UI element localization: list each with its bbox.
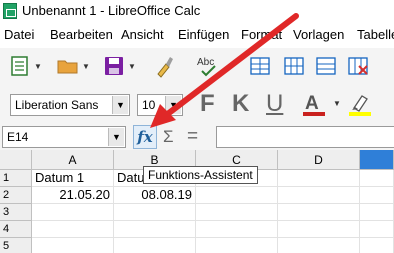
row-header-1[interactable]: 1 — [0, 170, 32, 187]
row-header-2[interactable]: 2 — [0, 187, 32, 204]
insert-column-icon[interactable] — [282, 54, 306, 78]
spellcheck-icon[interactable]: Abc — [196, 54, 220, 78]
cell-d5[interactable] — [278, 238, 360, 253]
font-size-combobox[interactable]: 10 ▼ — [137, 94, 183, 116]
cell-c4[interactable] — [196, 221, 278, 238]
cell-a3[interactable] — [32, 204, 114, 221]
cell-a2[interactable]: 21.05.20 — [32, 187, 114, 204]
clone-formatting-icon[interactable] — [152, 54, 176, 78]
menu-einfuegen[interactable]: Einfügen — [178, 27, 229, 42]
font-size-value: 10 — [142, 98, 156, 112]
chevron-down-icon[interactable]: ▼ — [165, 96, 181, 114]
new-spreadsheet-icon[interactable] — [8, 54, 32, 78]
menu-format[interactable]: Format — [241, 27, 282, 42]
standard-toolbar: ▼ ▼ ▼ Abc — [0, 48, 394, 84]
name-box[interactable]: E14 ▼ — [2, 126, 126, 148]
delete-rows-icon[interactable] — [314, 54, 338, 78]
column-header-d[interactable]: D — [278, 150, 360, 170]
font-color-icon[interactable]: A — [300, 92, 330, 118]
menu-bearbeiten[interactable]: Bearbeiten — [50, 27, 113, 42]
new-dropdown-icon[interactable]: ▼ — [34, 62, 42, 71]
cell-e3[interactable] — [360, 204, 394, 221]
chevron-down-icon[interactable]: ▼ — [112, 96, 128, 114]
svg-text:A: A — [305, 93, 319, 114]
cell-e1[interactable] — [360, 170, 394, 187]
insert-row-icon[interactable] — [248, 54, 272, 78]
delete-columns-icon[interactable] — [346, 54, 370, 78]
bold-button[interactable]: F — [200, 90, 215, 118]
calc-app-icon — [3, 3, 17, 19]
font-color-dropdown-icon[interactable]: ▼ — [333, 99, 341, 108]
chevron-down-icon[interactable]: ▼ — [108, 128, 124, 146]
formula-bar: E14 ▼ fx Σ = — [0, 124, 394, 150]
cell-a1[interactable]: Datum 1 — [32, 170, 114, 187]
cell-c3[interactable] — [196, 204, 278, 221]
row-header-4[interactable]: 4 — [0, 221, 32, 238]
menu-ansicht[interactable]: Ansicht — [121, 27, 164, 42]
cell-c5[interactable] — [196, 238, 278, 253]
cell-b4[interactable] — [114, 221, 196, 238]
select-all-corner[interactable] — [0, 150, 32, 170]
italic-button[interactable]: K — [232, 90, 249, 118]
menu-datei[interactable]: Datei — [4, 27, 34, 42]
title-bar: Unbenannt 1 - LibreOffice Calc — [0, 0, 394, 22]
cell-b5[interactable] — [114, 238, 196, 253]
row-header-3[interactable]: 3 — [0, 204, 32, 221]
open-folder-icon[interactable] — [56, 54, 80, 78]
cell-a4[interactable] — [32, 221, 114, 238]
formatting-toolbar: Liberation Sans ▼ 10 ▼ F K U A ▼ — [0, 84, 394, 124]
name-box-value: E14 — [7, 130, 29, 144]
menu-vorlagen[interactable]: Vorlagen — [293, 27, 344, 42]
open-dropdown-icon[interactable]: ▼ — [82, 62, 90, 71]
column-header-a[interactable]: A — [32, 150, 114, 170]
row-header-5[interactable]: 5 — [0, 238, 32, 253]
cell-e4[interactable] — [360, 221, 394, 238]
menu-tabelle[interactable]: Tabelle — [357, 27, 394, 42]
save-icon[interactable] — [102, 54, 126, 78]
cell-e5[interactable] — [360, 238, 394, 253]
cell-b3[interactable] — [114, 204, 196, 221]
formula-input[interactable] — [216, 126, 394, 148]
font-name-value: Liberation Sans — [15, 98, 99, 112]
formula-button[interactable]: = — [187, 126, 198, 148]
cell-b2[interactable]: 08.08.19 — [114, 187, 196, 204]
cell-d1[interactable] — [278, 170, 360, 187]
sum-button[interactable]: Σ — [163, 127, 174, 147]
highlight-color-icon[interactable] — [346, 92, 376, 118]
font-name-combobox[interactable]: Liberation Sans ▼ — [10, 94, 130, 116]
svg-text:Abc: Abc — [197, 57, 214, 68]
cell-d4[interactable] — [278, 221, 360, 238]
menu-bar: Datei Bearbeiten Ansicht Einfügen Format… — [0, 24, 394, 46]
cell-d2[interactable] — [278, 187, 360, 204]
save-dropdown-icon[interactable]: ▼ — [128, 62, 136, 71]
cell-d3[interactable] — [278, 204, 360, 221]
function-wizard-button[interactable]: fx — [133, 125, 157, 149]
cell-c2[interactable] — [196, 187, 278, 204]
function-wizard-tooltip: Funktions-Assistent — [143, 166, 258, 184]
cell-e2[interactable] — [360, 187, 394, 204]
cell-a5[interactable] — [32, 238, 114, 253]
column-header-e[interactable] — [360, 150, 394, 170]
window-title: Unbenannt 1 - LibreOffice Calc — [22, 3, 201, 18]
underline-button[interactable]: U — [266, 90, 283, 118]
